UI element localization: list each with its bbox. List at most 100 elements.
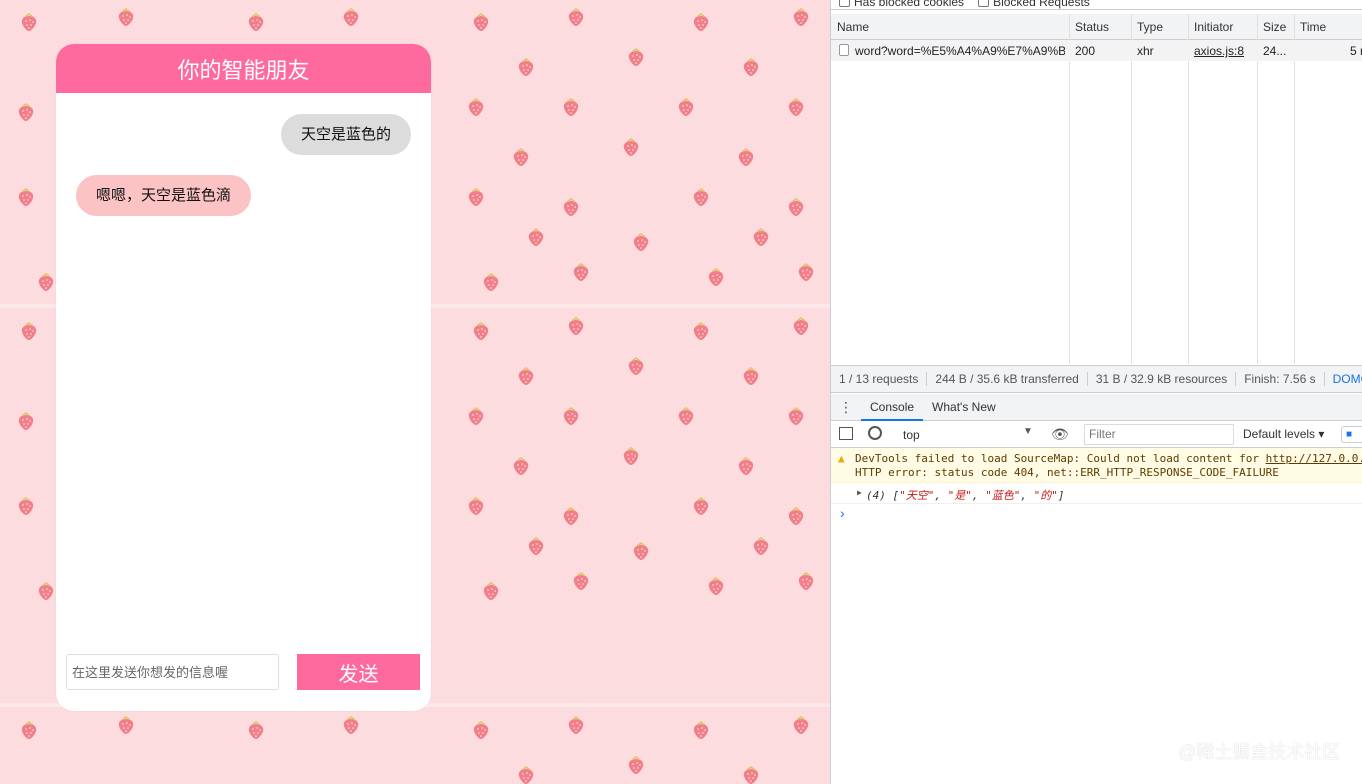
file-icon (839, 44, 849, 56)
bot-message-bubble: 嗯嗯，天空是蓝色滴 (76, 175, 252, 216)
watermark: @稀土掘金技术社区 (1178, 742, 1341, 762)
strawberry-icon (785, 195, 807, 217)
strawberry-icon (560, 95, 582, 117)
summary-finish: Finish: 7.56 s (1236, 372, 1325, 386)
strawberry-icon (515, 763, 537, 784)
strawberry-icon (565, 5, 587, 27)
network-filter-row: Has blocked cookies Blocked Requests (831, 0, 1362, 10)
console-prompt-icon[interactable]: › (840, 505, 845, 521)
strawberry-icon (630, 539, 652, 561)
strawberry-icon (795, 260, 817, 282)
strawberry-icon (115, 5, 137, 27)
strawberry-icon (340, 5, 362, 27)
strawberry-icon (560, 504, 582, 526)
log-item: "蓝色" (985, 489, 1021, 502)
blocked-cookies-label[interactable]: Has blocked cookies (854, 0, 964, 9)
warning-link[interactable]: http://127.0.0. (1266, 452, 1362, 465)
warning-text: DevTools failed to load SourceMap: Could… (855, 452, 1266, 465)
devtools-panel: Has blocked cookies Blocked Requests Nam… (830, 0, 1362, 784)
chat-window: 你的智能朋友 天空是蓝色的 嗯嗯，天空是蓝色滴 发送 (56, 44, 431, 711)
log-suffix: ] (1057, 489, 1065, 502)
strawberry-icon (35, 270, 57, 292)
strawberry-icon (465, 185, 487, 207)
log-item: "天空" (899, 489, 935, 502)
strawberry-icon (785, 404, 807, 426)
strawberry-icon (245, 718, 267, 740)
user-message-bubble: 天空是蓝色的 (280, 114, 411, 155)
strawberry-icon (510, 454, 532, 476)
strawberry-icon (740, 55, 762, 77)
console-log-entry[interactable]: ▶ (4) ["天空", "是", "蓝色", "的"] (831, 483, 1362, 504)
strawberry-icon (735, 145, 757, 167)
strawberry-icon (560, 404, 582, 426)
strawberry-background: 你的智能朋友 天空是蓝色的 嗯嗯，天空是蓝色滴 发送 (0, 0, 830, 784)
strawberry-icon (570, 260, 592, 282)
expand-triangle-icon[interactable]: ▶ (857, 488, 862, 497)
strawberry-icon (690, 185, 712, 207)
request-name[interactable]: word?word=%E5%A4%A9%E7%A9%BA... (855, 44, 1065, 58)
strawberry-icon (620, 444, 642, 466)
column-divider (1294, 14, 1295, 364)
issues-icon[interactable]: ■ (1341, 426, 1362, 443)
tab-console[interactable]: Console (861, 394, 924, 421)
strawberry-icon (470, 10, 492, 32)
summary-resources: 31 B / 32.9 kB resources (1088, 372, 1237, 386)
strawberry-icon (740, 364, 762, 386)
checkbox[interactable] (839, 0, 850, 7)
column-type[interactable]: Type (1137, 20, 1163, 34)
column-divider (1188, 14, 1189, 364)
strawberry-icon (465, 494, 487, 516)
column-size[interactable]: Size (1263, 20, 1286, 34)
tab-whats-new[interactable]: What's New (923, 394, 1005, 421)
column-time[interactable]: Time (1300, 20, 1326, 34)
column-divider (1069, 14, 1070, 364)
console-warning: ▲ DevTools failed to load SourceMap: Cou… (831, 448, 1362, 483)
drawer-tabs: ⋮ Console What's New (831, 394, 1362, 421)
column-divider (1131, 14, 1132, 364)
network-summary-bar: 1 / 13 requests 244 B / 35.6 kB transfer… (831, 365, 1362, 393)
strawberry-icon (18, 718, 40, 740)
strawberry-icon (620, 135, 642, 157)
eye-icon[interactable]: 👁 (1051, 426, 1069, 443)
column-initiator[interactable]: Initiator (1194, 20, 1233, 34)
send-button[interactable]: 发送 (297, 654, 420, 690)
column-name[interactable]: Name (837, 20, 869, 34)
sidebar-toggle-icon[interactable] (839, 427, 853, 440)
strawberry-icon (465, 95, 487, 117)
strawberry-icon (470, 718, 492, 740)
request-status: 200 (1075, 44, 1096, 58)
strawberry-icon (740, 763, 762, 784)
request-time: 5 m (1350, 44, 1362, 58)
strawberry-icon (340, 713, 362, 735)
context-select[interactable]: top (895, 426, 1035, 444)
summary-transferred: 244 B / 35.6 kB transferred (927, 372, 1088, 386)
strawberry-icon (785, 504, 807, 526)
strawberry-icon (525, 534, 547, 556)
strawberry-icon (750, 534, 772, 556)
strawberry-icon (480, 270, 502, 292)
strawberry-icon (465, 404, 487, 426)
strawberry-icon (690, 718, 712, 740)
strawberry-icon (735, 454, 757, 476)
network-request-row[interactable]: word?word=%E5%A4%A9%E7%A9%BA... 200 xhr … (831, 40, 1362, 61)
strawberry-icon (510, 145, 532, 167)
strawberry-icon (18, 10, 40, 32)
request-initiator-link[interactable]: axios.js:8 (1194, 44, 1244, 58)
strawberry-icon (690, 494, 712, 516)
more-vertical-icon[interactable]: ⋮ (831, 399, 861, 416)
strawberry-icon (625, 354, 647, 376)
message-input[interactable] (66, 654, 279, 690)
checkbox[interactable] (978, 0, 990, 7)
log-levels-dropdown[interactable]: Default levels ▾ (1243, 427, 1324, 441)
warning-icon: ▲ (838, 452, 845, 465)
clear-console-icon[interactable] (868, 426, 882, 440)
console-toolbar: top ▼ 👁 Filter Default levels ▾ ■ (831, 421, 1362, 448)
strawberry-icon (18, 319, 40, 341)
strawberry-icon (705, 574, 727, 596)
strawberry-icon (750, 225, 772, 247)
log-prefix: (4) [ (866, 489, 900, 502)
column-status[interactable]: Status (1075, 20, 1109, 34)
console-filter-input[interactable]: Filter (1084, 424, 1234, 445)
blocked-requests-label[interactable]: Blocked Requests (993, 0, 1090, 9)
strawberry-icon (795, 569, 817, 591)
